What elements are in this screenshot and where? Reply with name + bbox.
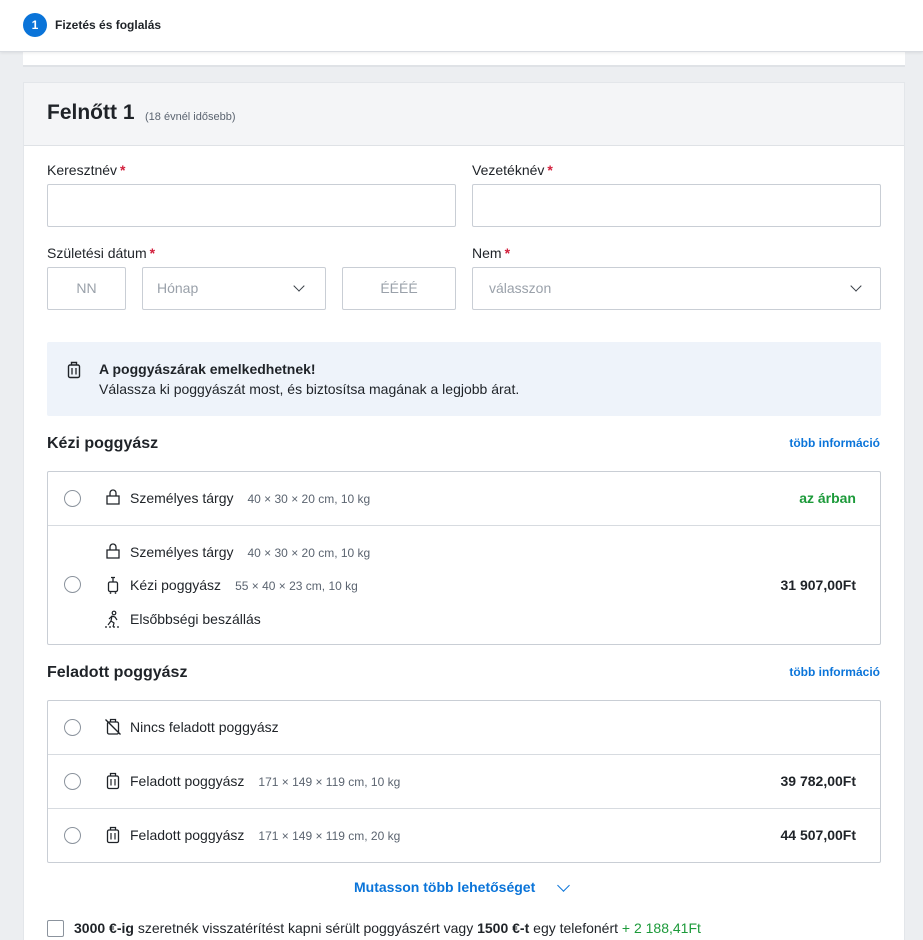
last-name-input[interactable] bbox=[472, 184, 881, 227]
chevron-down-icon bbox=[293, 280, 305, 292]
cabin-option-row[interactable]: Személyes tárgy 40 × 30 × 20 cm, 10 kg Ké… bbox=[48, 526, 880, 644]
suitcase-icon bbox=[106, 826, 120, 844]
last-name-label: Vezetéknév * bbox=[472, 162, 553, 178]
personal-bag-icon bbox=[106, 489, 120, 505]
required-mark: * bbox=[547, 162, 553, 178]
option-dimensions: 171 × 149 × 119 cm, 10 kg bbox=[258, 775, 401, 789]
checked-option-row[interactable]: Feladott poggyász 171 × 149 × 119 cm, 20 … bbox=[48, 809, 880, 862]
previous-section-card bbox=[23, 52, 905, 67]
option-label: Feladott poggyász 171 × 149 × 119 cm, 10 … bbox=[130, 773, 401, 789]
passenger-age-note: (18 évnél idősebb) bbox=[145, 111, 236, 123]
show-more-options-button[interactable]: Mutasson több lehetőséget bbox=[354, 879, 535, 895]
gender-select[interactable]: válasszon bbox=[472, 267, 881, 310]
birth-day-input[interactable]: NN bbox=[47, 267, 126, 310]
option-dimensions: 55 × 40 × 23 cm, 10 kg bbox=[235, 579, 358, 593]
birth-date-label: Születési dátum * bbox=[47, 245, 156, 261]
option-label: Személyes tárgy 40 × 30 × 20 cm, 10 kg bbox=[130, 490, 371, 506]
insurance-price: + 2 188,41Ft bbox=[621, 920, 701, 936]
cabin-option-radio[interactable] bbox=[64, 576, 81, 593]
baggage-insurance-checkbox[interactable] bbox=[47, 920, 64, 937]
first-name-label: Keresztnév * bbox=[47, 162, 126, 178]
priority-boarding-icon bbox=[105, 610, 121, 628]
option-price: 39 782,00Ft bbox=[780, 773, 857, 789]
option-price: 31 907,00Ft bbox=[780, 577, 857, 593]
passenger-card-header: Felnőtt 1 (18 évnél idősebb) bbox=[24, 83, 904, 146]
notice-title: A poggyászárak emelkedhetnek! bbox=[99, 361, 316, 377]
baggage-price-notice: A poggyászárak emelkedhetnek! Válassza k… bbox=[47, 342, 881, 416]
required-mark: * bbox=[120, 162, 126, 178]
passenger-card: Felnőtt 1 (18 évnél idősebb) Keresztnév *… bbox=[23, 82, 905, 940]
option-dimensions: 40 × 30 × 20 cm, 10 kg bbox=[247, 492, 371, 506]
checked-option-radio[interactable] bbox=[64, 827, 81, 844]
cabin-option-row[interactable]: Személyes tárgy 40 × 30 × 20 cm, 10 kg az… bbox=[48, 472, 880, 526]
checked-option-radio[interactable] bbox=[64, 719, 81, 736]
option-label: Elsőbbségi beszállás bbox=[130, 611, 261, 627]
notice-text: Válassza ki poggyászát most, és biztosít… bbox=[99, 381, 520, 397]
step-label: Fizetés és foglalás bbox=[55, 18, 162, 32]
option-dimensions: 171 × 149 × 119 cm, 20 kg bbox=[258, 829, 401, 843]
checked-baggage-title: Feladott poggyász bbox=[47, 664, 188, 681]
cabin-more-info-link[interactable]: több információ bbox=[789, 436, 880, 450]
chevron-down-icon bbox=[850, 280, 862, 292]
birth-year-input[interactable]: ÉÉÉÉ bbox=[342, 267, 456, 310]
option-price: 44 507,00Ft bbox=[780, 827, 857, 843]
first-name-input[interactable] bbox=[47, 184, 456, 227]
no-luggage-icon bbox=[105, 718, 121, 735]
baggage-insurance-label[interactable]: 3000 €-ig szeretnék visszatérítést kapni… bbox=[74, 920, 701, 936]
cabin-baggage-title: Kézi poggyász bbox=[47, 435, 159, 452]
checkout-stepper: 1 Fizetés és foglalás bbox=[0, 0, 923, 52]
option-dimensions: 40 × 30 × 20 cm, 10 kg bbox=[247, 546, 371, 560]
trolley-icon bbox=[107, 576, 119, 594]
option-label: Kézi poggyász 55 × 40 × 23 cm, 10 kg bbox=[130, 577, 358, 593]
required-mark: * bbox=[504, 245, 511, 261]
birth-month-select[interactable]: Hónap bbox=[142, 267, 326, 310]
chevron-down-icon[interactable] bbox=[557, 879, 570, 892]
checked-option-row[interactable]: Nincs feladott poggyász bbox=[48, 701, 880, 755]
suitcase-icon bbox=[106, 772, 120, 790]
cabin-baggage-options: Személyes tárgy 40 × 30 × 20 cm, 10 kg az… bbox=[47, 471, 881, 645]
option-label: Személyes tárgy 40 × 30 × 20 cm, 10 kg bbox=[130, 544, 371, 560]
required-mark: * bbox=[149, 245, 156, 261]
option-label: Feladott poggyász 171 × 149 × 119 cm, 20 … bbox=[130, 827, 401, 843]
step-number: 1 bbox=[23, 13, 47, 37]
option-price: az árban bbox=[799, 490, 856, 506]
option-label: Nincs feladott poggyász bbox=[130, 719, 279, 735]
checked-option-row[interactable]: Feladott poggyász 171 × 149 × 119 cm, 10 … bbox=[48, 755, 880, 809]
personal-bag-icon bbox=[106, 543, 120, 559]
gender-label: Nem * bbox=[472, 245, 511, 261]
checked-baggage-options: Nincs feladott poggyász Feladott poggyás… bbox=[47, 700, 881, 863]
cabin-option-radio[interactable] bbox=[64, 490, 81, 507]
luggage-icon bbox=[67, 361, 81, 379]
checked-more-info-link[interactable]: több információ bbox=[789, 665, 880, 679]
passenger-title: Felnőtt 1 bbox=[47, 101, 135, 124]
checked-option-radio[interactable] bbox=[64, 773, 81, 790]
